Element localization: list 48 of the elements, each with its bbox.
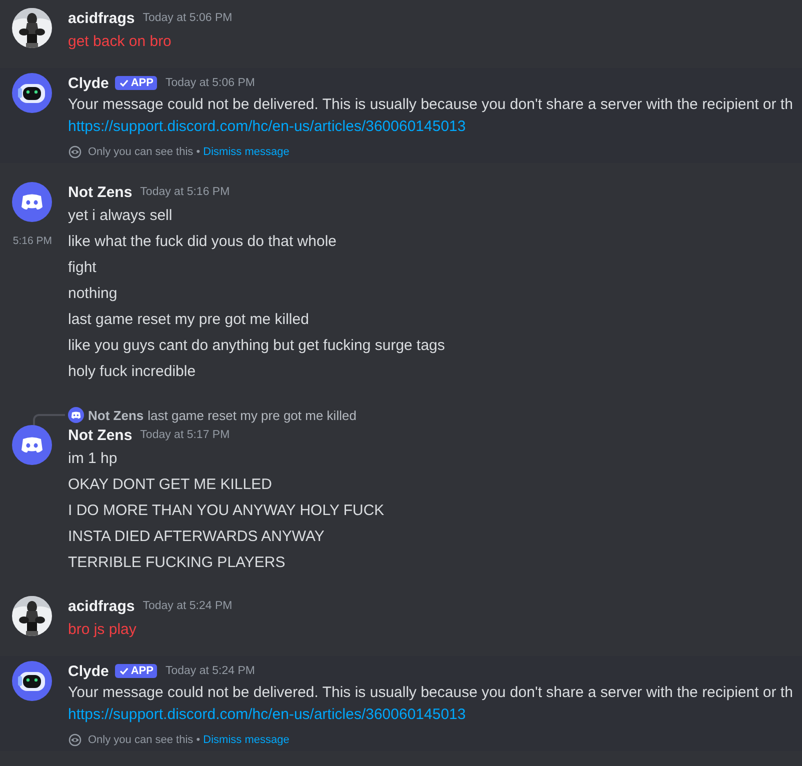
dismiss-link[interactable]: Dismiss message xyxy=(203,146,290,158)
dismiss-link[interactable]: Dismiss message xyxy=(203,734,290,746)
message-text: holy fuck incredible xyxy=(68,362,196,380)
reply-preview[interactable]: last game reset my pre got me killed xyxy=(148,408,356,422)
reply-author[interactable]: Not Zens xyxy=(88,408,144,422)
ephemeral-note: Only you can see this • Dismiss message xyxy=(88,734,290,746)
author-name[interactable]: acidfrags xyxy=(68,10,135,26)
message-text: like what the fuck did yous do that whole xyxy=(68,232,336,250)
author-name[interactable]: Not Zens xyxy=(68,426,132,444)
check-icon xyxy=(118,78,129,88)
robot-avatar-icon[interactable] xyxy=(12,661,52,701)
message-text: Your message could not be delivered. This is usually because you don't share a server with the recipient or th xyxy=(68,684,793,700)
robot-avatar-icon[interactable] xyxy=(12,73,52,113)
discord-avatar-icon xyxy=(68,407,84,423)
message-text: fight xyxy=(68,258,96,276)
app-badge: APP xyxy=(114,664,158,678)
author-name[interactable]: acidfrags xyxy=(68,598,135,614)
timestamp: 5:16 PM xyxy=(12,235,52,247)
author-name[interactable]: Clyde xyxy=(68,74,109,92)
message-text: im 1 hp xyxy=(68,450,118,466)
ephemeral-note: Only you can see this • Dismiss message xyxy=(88,146,290,158)
timestamp: Today at 5:17 PM xyxy=(140,429,230,441)
timestamp: Today at 5:24 PM xyxy=(142,600,232,612)
message-text: get back on bro xyxy=(68,32,172,50)
message-text: last game reset my pre got me killed xyxy=(68,310,309,328)
timestamp: Today at 5:24 PM xyxy=(165,665,255,677)
author-name[interactable]: Not Zens xyxy=(68,184,132,200)
message-text: like you guys cant do anything but get fucking surge tags xyxy=(68,336,445,354)
message-text: nothing xyxy=(68,284,118,302)
support-link[interactable]: https://support.discord.com/hc/en-us/articles/360060145013 xyxy=(68,706,466,722)
eye-icon xyxy=(68,733,82,747)
eye-icon xyxy=(68,145,82,159)
app-badge: APP xyxy=(114,76,158,90)
timestamp: Today at 5:06 PM xyxy=(142,12,232,24)
check-icon xyxy=(118,666,129,676)
message-text: yet i always sell xyxy=(68,206,172,224)
timestamp: Today at 5:16 PM xyxy=(140,186,230,198)
message-text: TERRIBLE FUCKING PLAYERS xyxy=(68,554,286,570)
message-text: I DO MORE THAN YOU ANYWAY HOLY FUCK xyxy=(68,502,384,518)
message-text: OKAY DONT GET ME KILLED xyxy=(68,476,272,492)
message-text: Your message could not be delivered. This is usually because you don't share a server with the recipient or th xyxy=(68,96,793,112)
author-name[interactable]: Clyde xyxy=(68,662,109,680)
message-text: bro js play xyxy=(68,620,136,638)
timestamp: Today at 5:06 PM xyxy=(165,77,255,89)
support-link[interactable]: https://support.discord.com/hc/en-us/articles/360060145013 xyxy=(68,118,466,134)
discord-avatar-icon[interactable] xyxy=(12,425,52,465)
discord-avatar-icon[interactable] xyxy=(12,182,52,222)
message-text: INSTA DIED AFTERWARDS ANYWAY xyxy=(68,528,324,544)
